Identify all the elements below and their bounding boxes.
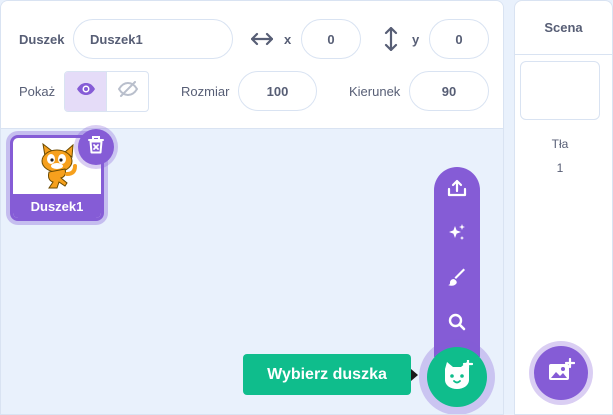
- size-label: Rozmiar: [181, 84, 230, 99]
- choose-backdrop-button[interactable]: [534, 346, 588, 400]
- choose-sprite-button[interactable]: [427, 347, 487, 407]
- eye-hidden-icon: [117, 81, 138, 102]
- backdrops-count: 1: [556, 161, 564, 175]
- surprise-sprite-button[interactable]: [434, 215, 480, 255]
- sprite-label: Duszek: [19, 32, 65, 47]
- visibility-toggle: [64, 71, 149, 112]
- stage-header: Scena: [515, 1, 612, 55]
- sprite-name-input[interactable]: Duszek1: [73, 19, 233, 59]
- y-input[interactable]: 0: [429, 19, 489, 59]
- delete-sprite-button[interactable]: [78, 129, 114, 165]
- choose-sprite-tooltip: Wybierz duszka: [243, 354, 411, 395]
- tooltip-arrow: [411, 369, 418, 381]
- show-button[interactable]: [65, 72, 107, 111]
- stage-thumbnail[interactable]: [520, 61, 600, 120]
- upload-sprite-button[interactable]: [434, 170, 480, 210]
- direction-input[interactable]: 90: [409, 71, 489, 111]
- eye-icon: [76, 82, 96, 101]
- horizontal-arrows-icon: [250, 31, 274, 52]
- paint-brush-icon: [447, 267, 467, 292]
- sparkles-icon: [447, 223, 467, 248]
- paint-sprite-button[interactable]: [434, 259, 480, 299]
- x-label: x: [284, 32, 292, 47]
- hide-button[interactable]: [107, 72, 148, 111]
- sprite-pane: Duszek Duszek1 x 0 y 0 Pokaż Rozmiar 100…: [0, 0, 504, 415]
- backdrops-label: Tła: [551, 137, 569, 151]
- search-sprite-button[interactable]: [434, 304, 480, 344]
- cat-plus-icon: [441, 358, 474, 395]
- stage-pane: Scena Tła 1: [514, 0, 613, 415]
- y-label: y: [412, 32, 420, 47]
- vertical-arrows-icon: [383, 26, 399, 56]
- size-input[interactable]: 100: [238, 71, 317, 111]
- image-plus-icon: [547, 357, 576, 389]
- sprite-menu: [434, 167, 480, 357]
- x-input[interactable]: 0: [301, 19, 361, 59]
- sprite-info-panel: Duszek Duszek1 x 0 y 0 Pokaż Rozmiar 100…: [1, 1, 503, 129]
- upload-icon: [447, 179, 467, 202]
- search-icon: [448, 313, 466, 336]
- trash-icon: [87, 135, 105, 160]
- sprite-tile-name: Duszek1: [13, 194, 101, 218]
- direction-label: Kierunek: [349, 84, 401, 99]
- show-label: Pokaż: [19, 84, 56, 99]
